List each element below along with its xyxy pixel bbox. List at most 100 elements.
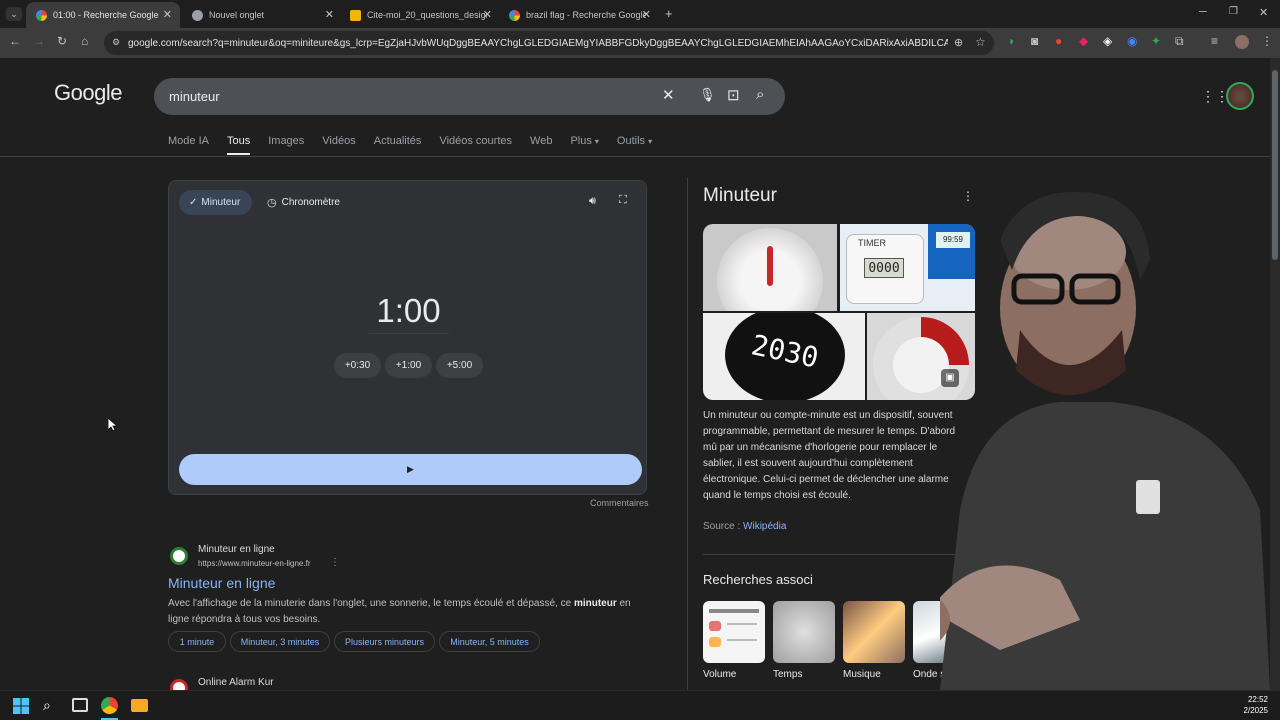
minimize-icon[interactable]: ─ [1199,6,1207,18]
timer-label-text: TIMER [858,238,886,248]
file-explorer-icon[interactable] [131,699,148,712]
address-bar[interactable]: ⚙ google.com/search?q=minuteur&oq=minite… [104,31,994,55]
nav-divider [0,156,1270,157]
extension-icon[interactable]: ◗ [1008,34,1015,48]
search-box[interactable]: minuteur ✕ 🎙︎ ⊡ ⌕ [154,78,785,115]
menu-icon[interactable]: ⋮ [1261,34,1273,48]
lens-icon[interactable]: ⊡ [727,86,740,104]
tab-minuteur[interactable]: ✓ Minuteur [179,190,253,215]
restore-icon[interactable]: ❐ [1229,6,1238,17]
led-timer-image[interactable]: 2030 [703,313,865,400]
extension-icon[interactable]: ◈ [1103,34,1112,48]
sound-icon[interactable]: 🔊︎ [589,195,596,208]
related-label[interactable]: Volume [703,669,736,680]
chip-1-minute[interactable]: 1 minute [168,631,226,652]
related-label[interactable]: Musique [843,669,881,680]
kitchen-timer-image[interactable] [703,224,837,311]
tab-search-icon[interactable]: ⌄ [6,7,22,21]
site-info-icon[interactable]: ⚙ [112,37,120,48]
extension-icon[interactable]: ◆ [1079,34,1088,48]
tab-outils[interactable]: Outils ▾ [617,135,652,155]
home-icon[interactable]: ⌂ [81,34,88,48]
more-options-icon[interactable]: ⋮ [330,557,340,568]
clock-time: 22:52 [1247,695,1268,704]
feedback-link[interactable]: Commentaires [590,498,649,508]
google-icon [509,9,520,21]
bookmark-star-icon[interactable]: ☆ [975,35,986,49]
profile-avatar[interactable] [1235,35,1249,49]
tab-minuteur-label: Minuteur [201,197,241,208]
timer-digits-text: 0000 [864,258,904,278]
fullscreen-icon[interactable]: ⛶ [619,194,627,207]
related-temps-thumb[interactable] [773,601,835,663]
knowledge-panel-source: Source : Wikipédia [703,521,787,532]
tab-actualites[interactable]: Actualités [374,135,422,155]
panel-divider [687,178,688,690]
close-icon[interactable]: ✕ [642,8,651,21]
play-icon: ▶ [407,464,414,474]
windows-start-icon[interactable] [13,698,29,714]
google-logo[interactable]: Google [54,80,122,106]
browser-tab-strip: ⌄ 01:00 - Recherche Google ✕ Nouvel ongl… [0,0,1280,28]
chrome-taskbar-icon[interactable] [101,697,118,714]
camera-extension-icon[interactable]: ◙ [1031,34,1038,48]
extension-icon[interactable]: ✦ [1151,34,1161,48]
wikipedia-link[interactable]: Wikipédia [743,521,786,532]
tab-videos-courtes[interactable]: Vidéos courtes [439,135,512,155]
timer-widget: ✓ Minuteur ◷ Chronomètre 🔊︎ ⛶ 1:00 +0:30… [168,180,647,495]
tab-plus[interactable]: Plus ▾ [570,135,598,155]
caret-down-icon: ▾ [648,137,653,146]
search-input[interactable]: minuteur [169,89,220,104]
record-extension-icon[interactable]: ● [1055,34,1062,48]
back-icon[interactable]: ← [9,34,21,48]
related-label[interactable]: Temps [773,669,802,680]
clock-icon: ◷ [267,197,277,209]
tab-web[interactable]: Web [530,135,552,155]
add-30s-button[interactable]: +0:30 [334,353,381,378]
close-icon[interactable]: ✕ [483,8,492,21]
new-tab-icon[interactable]: + [665,6,673,21]
taskbar-clock[interactable]: 22:52 2/2025 [1244,694,1268,716]
timer-display[interactable]: 1:00 [169,292,648,330]
microphone-icon[interactable]: 🎙︎ [699,87,716,103]
chip-plusieurs-minuteurs[interactable]: Plusieurs minuteurs [334,631,435,652]
forward-icon[interactable]: → [33,34,45,48]
search-icon[interactable]: ⌕ [756,86,764,103]
chip-minuteur-3-minutes[interactable]: Minuteur, 3 minutes [230,631,330,652]
tab-cite-moi[interactable]: Cite-moi_20_questions_design... ✕ [340,2,500,28]
tab-mode-ia[interactable]: Mode IA [168,135,209,155]
add-5min-button[interactable]: +5:00 [436,353,483,378]
tab-nouvel-onglet[interactable]: Nouvel onglet ✕ [182,2,342,28]
task-view-icon[interactable] [72,698,88,712]
result-title-link[interactable]: Minuteur en ligne [168,575,275,591]
taskbar-search-icon[interactable]: ⌕ [43,697,51,714]
timer-underline [369,333,449,334]
related-searches-title: Recherches associ [703,572,813,587]
zoom-icon[interactable]: ⊕ [954,36,963,49]
close-icon[interactable]: ✕ [163,8,172,21]
account-avatar[interactable] [1226,82,1254,110]
add-1min-button[interactable]: +1:00 [385,353,432,378]
tab-tous[interactable]: Tous [226,135,251,155]
start-button[interactable]: ▶ [179,454,642,485]
tab-chronometre[interactable]: ◷ Chronomètre [267,190,340,215]
chip-minuteur-5-minutes[interactable]: Minuteur, 5 minutes [439,631,540,652]
extensions-puzzle-icon[interactable]: ⧉ [1175,34,1184,49]
tab-images[interactable]: Images [268,135,304,155]
reading-list-icon[interactable]: ≡ [1211,34,1218,48]
related-musique-thumb[interactable] [843,601,905,663]
close-icon[interactable]: ✕ [325,8,334,21]
check-icon: ✓ [189,197,198,208]
tab-videos[interactable]: Vidéos [322,135,355,155]
extension-icon[interactable]: ◉ [1127,34,1137,48]
tab-recherche-google[interactable]: 01:00 - Recherche Google ✕ [26,2,180,28]
mouse-cursor-icon [108,418,118,432]
close-window-icon[interactable]: ✕ [1259,6,1268,19]
scrollbar-thumb[interactable] [1272,70,1278,260]
reload-icon[interactable]: ↻ [57,34,67,48]
clear-icon[interactable]: ✕ [662,86,675,104]
url-text: google.com/search?q=minuteur&oq=miniteur… [128,37,948,49]
browser-toolbar: ← → ↻ ⌂ ⚙ google.com/search?q=minuteur&o… [0,28,1280,58]
tab-brazil-flag[interactable]: brazil flag - Recherche Google ✕ [499,2,659,28]
related-volume-thumb[interactable] [703,601,765,663]
